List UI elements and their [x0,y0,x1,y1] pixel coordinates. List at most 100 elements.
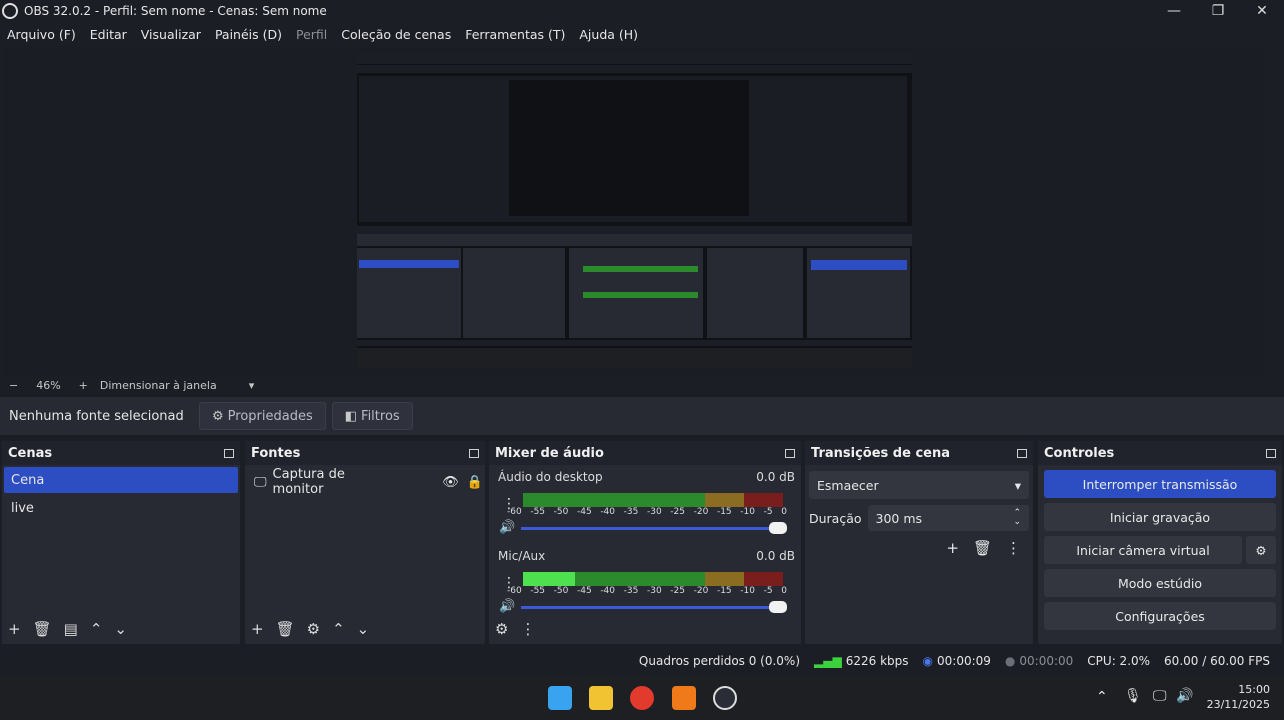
close-button[interactable]: ✕ [1240,0,1284,22]
menu-perfil[interactable]: Perfil [296,27,327,42]
move-up-icon[interactable]: ⌃ [90,620,103,638]
volume-slider[interactable] [521,601,787,613]
menu-ferramentas[interactable]: Ferramentas (T) [465,27,565,42]
channel-db: 0.0 dB [756,470,795,484]
trash-icon[interactable]: 🗑 [33,620,52,638]
zoom-bar: − 46% + Dimensionar à janela ▾ [0,376,1284,394]
controls-dock: Controles Interromper transmissão Inicia… [1038,441,1282,644]
transitions-title: Transições de cena [811,445,950,461]
settings-button[interactable]: Configurações [1044,602,1276,630]
properties-label: Propriedades [227,408,313,424]
menu-ajuda[interactable]: Ajuda (H) [579,27,638,42]
tick-label: -30 [646,586,662,596]
start-virtual-camera-button[interactable]: Iniciar câmera virtual [1044,536,1242,564]
zoom-mode[interactable]: Dimensionar à janela [100,379,217,392]
chevron-down-icon[interactable]: ▾ [249,379,255,392]
tick-label: -45 [576,507,592,517]
trash-icon[interactable]: 🗑 [973,539,992,557]
scenes-title: Cenas [8,445,53,461]
virtual-camera-settings-button[interactable]: ⚙ [1246,536,1276,564]
tick-label: -55 [530,507,546,517]
transition-select[interactable]: Esmaecer ▾ [809,471,1029,499]
source-item[interactable]: 🖵 Captura de monitor 👁 🔒 [247,467,483,497]
preview-canvas[interactable] [357,52,912,368]
menu-dots-icon[interactable]: ⋮ [1006,539,1021,557]
clock[interactable]: 15:00 23/11/2025 [1200,682,1270,712]
stepper-icon[interactable]: ⌃ ⌄ [1013,509,1021,527]
volume-icon[interactable]: 🔊 [1176,688,1193,704]
slider-knob[interactable] [769,601,787,613]
obs-taskbar-icon[interactable] [713,686,737,710]
add-icon[interactable]: + [251,620,264,638]
dropped-frames: Quadros perdidos 0 (0.0%) [638,654,801,668]
zoom-value: 46% [36,378,61,392]
tick-label: -60 [507,507,522,517]
scene-filter-icon[interactable]: ▤ [64,620,78,638]
mixer-settings-icon[interactable]: ⚙ [495,620,508,638]
scene-item[interactable]: Cena [4,467,238,493]
gear-icon: ⚙ [1255,542,1267,558]
menu-arquivo[interactable]: Arquivo (F) [7,27,76,42]
clock-date: 23/11/2025 [1206,698,1270,711]
menu-paineis[interactable]: Painéis (D) [215,27,282,42]
obs-logo-icon [2,3,18,19]
stop-stream-button[interactable]: Interromper transmissão [1044,470,1276,498]
menu-colecao-cenas[interactable]: Coleção de cenas [341,27,451,42]
lock-icon[interactable]: 🔒 [467,475,483,490]
network-icon[interactable]: 🖵 [1153,688,1167,704]
window-title: OBS 32.0.2 - Perfil: Sem nome - Cenas: S… [24,4,327,18]
tick-label: 0 [781,586,787,596]
add-icon[interactable]: + [8,620,21,638]
volume-slider[interactable] [521,522,787,534]
minimize-button[interactable]: — [1152,0,1196,22]
file-explorer-icon[interactable] [589,686,613,710]
menu-dots-icon[interactable]: ⋮ [520,620,535,638]
speaker-icon[interactable]: 🔊 [499,599,515,614]
properties-button[interactable]: ⚙ Propriedades [199,402,326,430]
undock-icon[interactable] [785,448,795,458]
menu-bar: Arquivo (F) Editar Visualizar Painéis (D… [0,24,645,44]
duration-label: Duração [809,510,862,526]
undock-icon[interactable] [469,448,479,458]
record-time: 00:00:00 [1019,654,1074,668]
windows-start-icon[interactable] [548,686,572,710]
undock-icon[interactable] [1017,448,1027,458]
move-down-icon[interactable]: ⌄ [114,620,127,638]
app-icon[interactable] [672,686,696,710]
trash-icon[interactable]: 🗑 [276,620,295,638]
menu-editar[interactable]: Editar [90,27,127,42]
microphone-icon[interactable]: 🎙 [1124,688,1142,704]
start-recording-button[interactable]: Iniciar gravação [1044,503,1276,531]
menu-visualizar[interactable]: Visualizar [141,27,201,42]
chevron-up-icon[interactable]: ⌃ [1096,689,1108,705]
scene-item[interactable]: live [4,495,238,521]
gear-icon: ⚙ [212,408,224,424]
move-down-icon[interactable]: ⌄ [357,620,370,638]
slider-knob[interactable] [769,522,787,534]
channel-db: 0.0 dB [756,549,795,563]
status-bar: Quadros perdidos 0 (0.0%) ▂▄▆ 6226 kbps … [0,648,1284,674]
zoom-in-button[interactable]: + [79,379,88,392]
restore-button[interactable]: ❐ [1196,0,1240,22]
fps: 60.00 / 60.00 FPS [1164,654,1270,668]
chrome-icon[interactable] [630,686,654,710]
tick-label: -25 [670,586,685,596]
undock-icon[interactable] [1266,448,1276,458]
controls-title: Controles [1044,445,1115,461]
gear-icon[interactable]: ⚙ [307,620,320,638]
speaker-icon[interactable]: 🔊 [499,520,515,535]
move-up-icon[interactable]: ⌃ [332,620,345,638]
duration-input[interactable]: 300 ms ⌃ ⌄ [867,505,1029,531]
filters-button[interactable]: ◧ Filtros [331,402,413,430]
tick-label: -30 [646,507,662,517]
studio-mode-button[interactable]: Modo estúdio [1044,569,1276,597]
eye-icon[interactable]: 👁 [442,475,459,490]
tick-label: -5 [763,507,773,517]
add-icon[interactable]: + [946,539,959,557]
duration-value: 300 ms [875,510,923,526]
transitions-dock: Transições de cena Esmaecer ▾ Duração 30… [805,441,1033,644]
sources-dock: Fontes 🖵 Captura de monitor 👁 🔒 + 🗑 ⚙ ⌃ … [245,441,485,644]
tick-label: -5 [763,586,773,596]
zoom-out-button[interactable]: − [9,379,18,392]
undock-icon[interactable] [224,448,234,458]
